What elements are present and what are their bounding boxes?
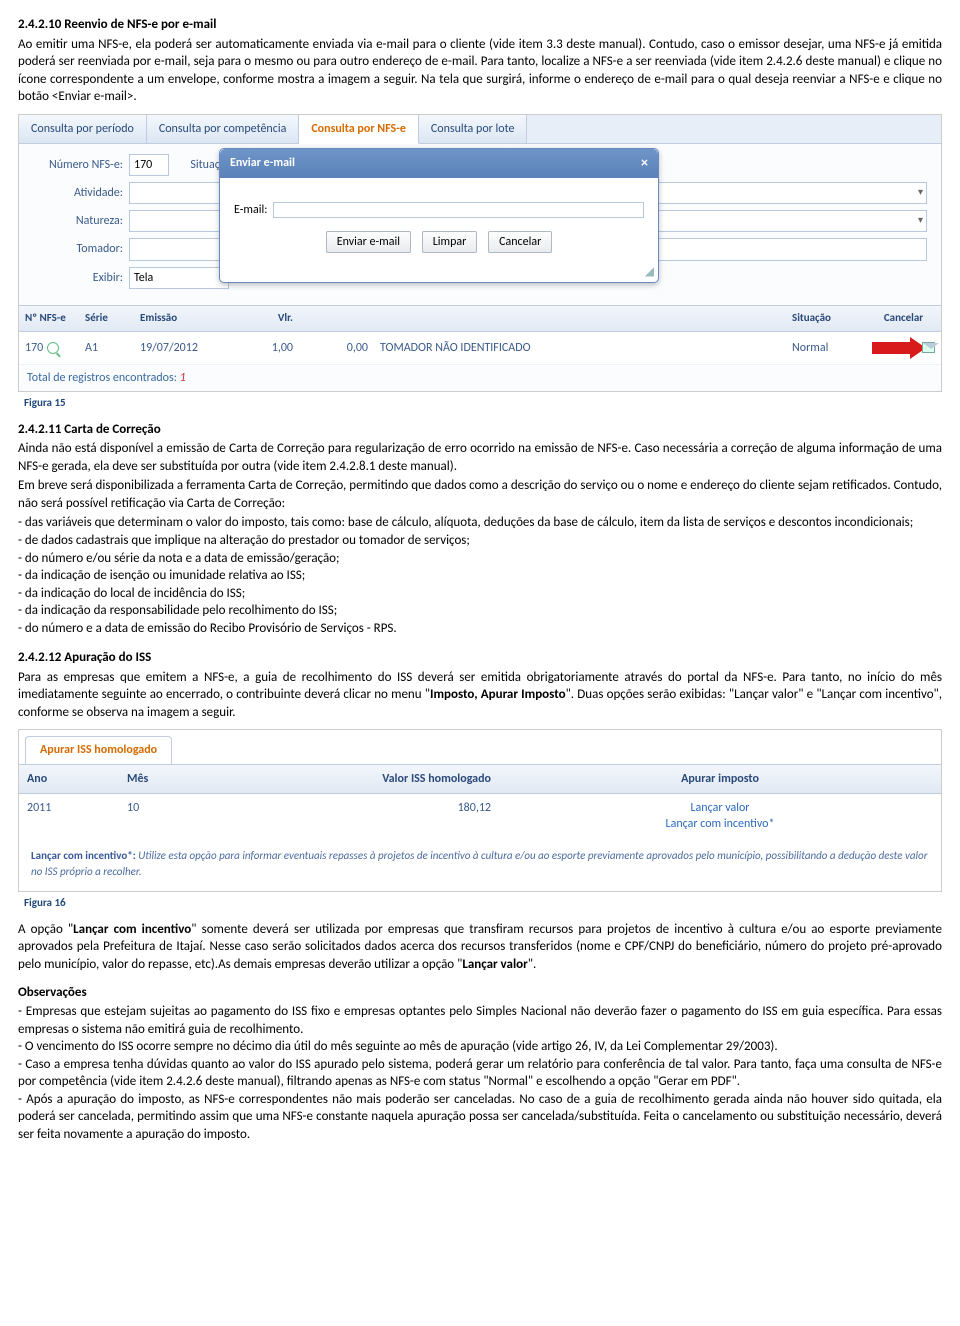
col-ano: Ano — [19, 765, 119, 793]
dropdown-exibir[interactable]: Tela — [129, 267, 229, 289]
section-title-apuracao: 2.4.2.12 Apuração do ISS — [18, 649, 942, 667]
cell-num: 170 — [25, 341, 43, 355]
bullet-list: - das variáveis que determinam o valor d… — [18, 514, 942, 637]
input-email[interactable] — [273, 202, 644, 218]
tab-apurar-iss[interactable]: Apurar ISS homologado — [25, 736, 172, 763]
dialog-enviar-email: Enviar e-mail × E-mail: Enviar e-mail Li… — [219, 148, 659, 283]
col-apurar: Apurar imposto — [499, 765, 941, 793]
table-footer: Total de registros encontrados: 1 — [19, 365, 941, 391]
btn-limpar[interactable]: Limpar — [422, 231, 478, 253]
cell-tomador: TOMADOR NÃO IDENTIFICADO — [374, 335, 786, 361]
cell-mes: 10 — [119, 794, 239, 838]
col-mes: Mês — [119, 765, 239, 793]
resize-handle-icon[interactable]: ◢ — [220, 264, 658, 282]
section-title-carta: 2.4.2.11 Carta de Correção — [18, 421, 942, 439]
arrow-right-icon — [872, 337, 920, 359]
label-natureza: Natureza: — [33, 213, 123, 229]
envelope-icon[interactable] — [922, 342, 935, 353]
link-lancar-valor[interactable]: Lançar valor — [507, 800, 933, 816]
cell-ano: 2011 — [19, 794, 119, 838]
figure-caption: Figura 16 — [24, 896, 942, 911]
table-row: 170 A1 19/07/2012 1,00 0,00 TOMADOR NÃO … — [19, 332, 941, 365]
figure-caption: Figura 15 — [24, 396, 942, 411]
paragraph: Em breve será disponibilizada a ferramen… — [18, 477, 942, 512]
list-item: - do número e/ou série da nota e a data … — [18, 550, 942, 568]
close-icon[interactable]: × — [641, 154, 648, 173]
col-valor: Valor ISS homologado — [239, 765, 499, 793]
table-row: 2011 10 180,12 Lançar valor Lançar com i… — [19, 794, 941, 838]
link-lancar-incentivo[interactable]: Lançar com incentivo* — [507, 816, 933, 832]
tab-nfse[interactable]: Consulta por NFS-e — [299, 115, 419, 144]
paragraph: Para as empresas que emitem a NFS-e, a g… — [18, 669, 942, 722]
cell-emissao: 19/07/2012 — [134, 335, 224, 361]
cell-situacao: Normal — [786, 335, 866, 361]
label-atividade: Atividade: — [33, 185, 123, 201]
list-item: - da indicação de isenção ou imunidade r… — [18, 567, 942, 585]
list-item: - Empresas que estejam sujeitas ao pagam… — [18, 1003, 942, 1038]
obs-title: Observações — [18, 984, 942, 1002]
list-item: - da indicação do local de incidência do… — [18, 585, 942, 603]
tab-competencia[interactable]: Consulta por competência — [147, 115, 300, 143]
section-title-reenvio: 2.4.2.10 Reenvio de NFS-e por e-mail — [18, 16, 942, 34]
dialog-title: Enviar e-mail — [230, 155, 295, 171]
list-item: - de dados cadastrais que implique na al… — [18, 532, 942, 550]
col-vlr2 — [299, 306, 374, 331]
list-item: - Após a apuração do imposto, as NFS-e c… — [18, 1091, 942, 1144]
paragraph: A opção "Lançar com incentivo" somente d… — [18, 921, 942, 974]
obs-list: - Empresas que estejam sujeitas ao pagam… — [18, 1003, 942, 1143]
list-item: - O vencimento do ISS ocorre sempre no d… — [18, 1038, 942, 1056]
col-numero: Nº NFS-e — [19, 306, 79, 331]
list-item: - da indicação da responsabilidade pelo … — [18, 602, 942, 620]
list-item: - do número e a data de emissão do Recib… — [18, 620, 942, 638]
paragraph: Ainda não está disponível a emissão de C… — [18, 440, 942, 475]
figure-16: Apurar ISS homologado Ano Mês Valor ISS … — [18, 729, 942, 892]
list-item: - das variáveis que determinam o valor d… — [18, 514, 942, 532]
tab-lote[interactable]: Consulta por lote — [419, 115, 528, 143]
tab-periodo[interactable]: Consulta por período — [19, 115, 147, 143]
label-numero: Número NFS-e: — [33, 157, 123, 173]
cell-v2: 0,00 — [299, 335, 374, 361]
col-vlr: Vlr. — [224, 306, 299, 331]
note: Lançar com incentivo*: Utilize esta opçã… — [19, 838, 941, 891]
btn-cancelar[interactable]: Cancelar — [488, 231, 552, 253]
btn-enviar-email[interactable]: Enviar e-mail — [326, 231, 411, 253]
cell-v1: 1,00 — [224, 335, 299, 361]
label-exibir: Exibir: — [33, 270, 123, 286]
col-tomador — [374, 306, 786, 331]
table-header: Nº NFS-e Série Emissão Vlr. Situação Can… — [19, 305, 941, 332]
label-email: E-mail: — [234, 202, 267, 218]
tab-bar: Consulta por período Consulta por compet… — [19, 115, 941, 144]
paragraph: Ao emitir uma NFS-e, ela poderá ser auto… — [18, 36, 942, 106]
input-numero[interactable]: 170 — [129, 154, 169, 176]
label-tomador: Tomador: — [33, 241, 123, 257]
table-header: Ano Mês Valor ISS homologado Apurar impo… — [19, 764, 941, 794]
cell-valor: 180,12 — [239, 794, 499, 838]
magnify-icon[interactable] — [47, 342, 59, 354]
col-cancelar: Cancelar — [866, 306, 941, 331]
list-item: - Caso a empresa tenha dúvidas quanto ao… — [18, 1056, 942, 1091]
col-emissao: Emissão — [134, 306, 224, 331]
cell-serie: A1 — [79, 335, 134, 361]
col-situacao: Situação — [786, 306, 866, 331]
figure-15: Consulta por período Consulta por compet… — [18, 114, 942, 392]
col-serie: Série — [79, 306, 134, 331]
